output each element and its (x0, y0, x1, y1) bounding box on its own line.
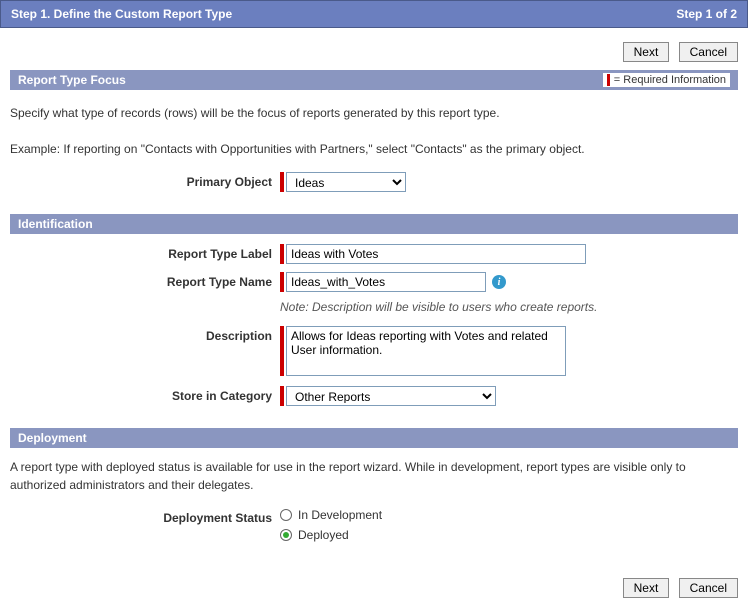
top-button-row: Next Cancel (10, 34, 738, 70)
category-label: Store in Category (10, 386, 280, 403)
radio-label-deployed: Deployed (298, 528, 349, 542)
radio-in-development[interactable] (280, 509, 292, 521)
radio-label-in-development: In Development (298, 508, 382, 522)
wizard-header: Step 1. Define the Custom Report Type St… (0, 0, 748, 28)
next-button[interactable]: Next (623, 578, 670, 598)
section-header-focus: Report Type Focus = Required Information (10, 70, 738, 90)
primary-object-label: Primary Object (10, 172, 280, 189)
section-title-identification: Identification (18, 217, 93, 231)
deployment-text: A report type with deployed status is av… (10, 458, 738, 494)
cancel-button[interactable]: Cancel (679, 42, 738, 62)
wizard-title: Step 1. Define the Custom Report Type (11, 7, 232, 21)
report-type-name-label: Report Type Name (10, 272, 280, 289)
cancel-button[interactable]: Cancel (679, 578, 738, 598)
primary-object-select[interactable]: Ideas (286, 172, 406, 192)
required-indicator (280, 172, 284, 192)
required-legend: = Required Information (603, 73, 730, 87)
description-label: Description (10, 326, 280, 343)
required-indicator (280, 386, 284, 406)
required-bar-icon (607, 74, 610, 86)
report-type-name-input[interactable] (286, 272, 486, 292)
section-header-identification: Identification (10, 214, 738, 234)
next-button[interactable]: Next (623, 42, 670, 62)
deployment-status-label: Deployment Status (10, 508, 280, 525)
required-indicator (280, 326, 284, 376)
focus-intro-2: Example: If reporting on "Contacts with … (10, 140, 738, 158)
category-select[interactable]: Other Reports (286, 386, 496, 406)
required-indicator (280, 244, 284, 264)
focus-intro-1: Specify what type of records (rows) will… (10, 104, 738, 122)
radio-deployed[interactable] (280, 529, 292, 541)
report-type-label-input[interactable] (286, 244, 586, 264)
section-title-focus: Report Type Focus (18, 73, 126, 87)
info-icon[interactable]: i (492, 275, 506, 289)
required-indicator (280, 272, 284, 292)
report-type-label-label: Report Type Label (10, 244, 280, 261)
description-textarea[interactable] (286, 326, 566, 376)
bottom-button-row: Next Cancel (10, 570, 738, 606)
step-indicator: Step 1 of 2 (676, 7, 737, 21)
description-note: Note: Description will be visible to use… (280, 300, 597, 314)
section-header-deployment: Deployment (10, 428, 738, 448)
section-title-deployment: Deployment (18, 431, 87, 445)
